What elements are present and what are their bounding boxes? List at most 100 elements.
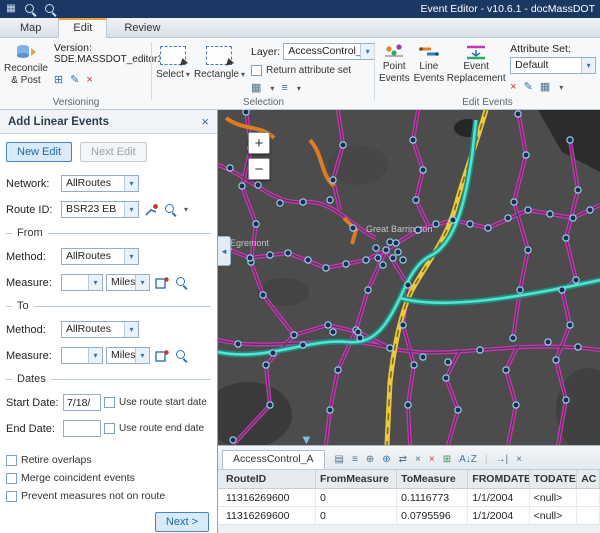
close-table-icon[interactable]: × bbox=[516, 454, 522, 465]
column-header-fromdate[interactable]: FROMDATE bbox=[468, 470, 529, 488]
attribute-set-caret-icon[interactable]: ▾ bbox=[581, 58, 595, 73]
search-icon[interactable] bbox=[44, 3, 57, 16]
retire-overlaps-checkbox[interactable] bbox=[6, 455, 17, 466]
magnify-selected-icon[interactable]: ⊕ bbox=[382, 454, 390, 465]
rectangle-caret-icon[interactable]: ▾ bbox=[241, 70, 245, 79]
reconcile-post-button[interactable]: Reconcile & Post bbox=[2, 41, 50, 96]
save-edits-icon[interactable]: ⊞ bbox=[443, 454, 451, 465]
edit-version-icon[interactable]: ✎ bbox=[70, 74, 79, 86]
pick-to-measure-icon[interactable] bbox=[153, 348, 170, 364]
retire-overlaps-option[interactable]: Retire overlaps bbox=[6, 454, 211, 466]
attribute-grid-icon[interactable]: ▦ bbox=[540, 81, 550, 93]
route-id-caret-icon[interactable]: ▾ bbox=[124, 202, 138, 217]
route-id-select[interactable]: BSR23 EB ▾ bbox=[61, 201, 139, 218]
merge-coincident-events-checkbox[interactable] bbox=[6, 473, 17, 484]
selection-method-caret-icon[interactable]: ▾ bbox=[297, 84, 301, 93]
clear-selection-icon[interactable]: × bbox=[415, 454, 421, 465]
tab-edit[interactable]: Edit bbox=[58, 18, 107, 38]
table-row[interactable]: 1131626960000.11167731/1/2004<null> bbox=[218, 489, 600, 507]
use-route-end-date-checkbox[interactable] bbox=[104, 423, 115, 434]
to-measure-input[interactable]: ▾ bbox=[61, 347, 103, 364]
to-method-select[interactable]: AllRoutes ▾ bbox=[61, 321, 139, 338]
rectangle-tool-button[interactable]: Rectangle▾ bbox=[192, 41, 247, 96]
title-bar: ▦ + Event Editor - v10.6.1 - docMassDOT bbox=[0, 0, 600, 18]
merge-coincident-events-option[interactable]: Merge coincident events bbox=[6, 472, 211, 484]
delete-record-icon[interactable]: × bbox=[429, 454, 435, 465]
pick-route-on-map-icon[interactable] bbox=[142, 202, 159, 218]
selection-method-icon[interactable]: ≡ bbox=[281, 82, 287, 94]
end-date-input[interactable] bbox=[63, 420, 101, 437]
panel-collapse-handle[interactable]: ◄ bbox=[218, 236, 231, 266]
zoom-in-search-icon[interactable]: + bbox=[24, 3, 37, 16]
zoom-to-route-icon[interactable] bbox=[162, 202, 179, 218]
table-row[interactable]: 1131626960000.07955961/1/2004<null> bbox=[218, 507, 600, 525]
return-attribute-set-checkbox[interactable] bbox=[251, 65, 262, 76]
attribute-set-select[interactable]: Default ▾ bbox=[510, 57, 596, 74]
new-version-icon[interactable]: ⊞ bbox=[54, 74, 63, 86]
sort-records-icon[interactable]: A↓Z bbox=[459, 454, 477, 465]
to-unit-select[interactable]: Miles ▾ bbox=[106, 347, 150, 364]
panel-close-icon[interactable]: × bbox=[201, 115, 209, 128]
from-measure-caret-icon[interactable]: ▾ bbox=[88, 275, 102, 290]
event-replacement-button[interactable]: Event Replacement bbox=[446, 41, 506, 96]
column-header-frommeasure[interactable]: FromMeasure bbox=[316, 470, 397, 488]
to-measure-label: Measure: bbox=[6, 350, 58, 362]
layer-select[interactable]: AccessControl_A ▾ bbox=[283, 43, 375, 60]
select-tool-button[interactable]: Select▾ bbox=[154, 41, 192, 96]
line-events-button[interactable]: Line Events bbox=[412, 41, 447, 96]
table-cell: 11316269600 bbox=[222, 507, 316, 524]
network-select[interactable]: AllRoutes ▾ bbox=[61, 175, 139, 192]
point-events-button[interactable]: Point Events bbox=[377, 41, 412, 96]
tab-review[interactable]: Review bbox=[110, 20, 174, 37]
start-date-input[interactable]: 7/18/ bbox=[63, 394, 101, 411]
zoom-in-button[interactable]: + bbox=[248, 132, 270, 154]
switch-selection-icon[interactable]: ⇄ bbox=[399, 454, 407, 465]
go-to-row-icon[interactable]: →| bbox=[495, 454, 508, 465]
use-route-start-date-option[interactable]: Use route start date bbox=[104, 397, 207, 408]
network-caret-icon[interactable]: ▾ bbox=[124, 176, 138, 191]
edit-attribute-set-icon[interactable]: ✎ bbox=[524, 81, 533, 93]
prevent-measures-checkbox[interactable] bbox=[6, 491, 17, 502]
records-list-icon[interactable]: ≡ bbox=[352, 454, 358, 465]
clear-attributes-icon[interactable]: × bbox=[510, 81, 516, 93]
use-route-start-date-checkbox[interactable] bbox=[104, 397, 115, 408]
selection-layers-caret-icon[interactable]: ▾ bbox=[270, 84, 274, 93]
delete-version-icon[interactable]: × bbox=[86, 74, 92, 86]
next-edit-button[interactable]: Next Edit bbox=[80, 142, 147, 162]
pick-from-measure-icon[interactable] bbox=[153, 275, 170, 291]
table-layout-icon[interactable]: ▤ bbox=[335, 454, 344, 465]
version-info: Version: SDE.MASSDOT_editor1 ⊞ ✎ × bbox=[50, 41, 154, 96]
to-measure-caret-icon[interactable]: ▾ bbox=[88, 348, 102, 363]
app-menu-icon[interactable]: ▦ bbox=[5, 3, 17, 15]
column-header-routeid[interactable]: RouteID bbox=[222, 470, 316, 488]
select-caret-icon[interactable]: ▾ bbox=[186, 70, 190, 79]
zoom-to-to-measure-icon[interactable] bbox=[173, 348, 190, 364]
zoom-out-button[interactable]: − bbox=[248, 158, 270, 180]
tab-map[interactable]: Map bbox=[6, 20, 55, 37]
layer-caret-icon[interactable]: ▾ bbox=[360, 44, 374, 59]
zoom-route-caret-icon[interactable]: ▾ bbox=[184, 205, 188, 214]
use-route-end-date-option[interactable]: Use route end date bbox=[104, 423, 204, 434]
from-method-select[interactable]: AllRoutes ▾ bbox=[61, 248, 139, 265]
prevent-measures-option[interactable]: Prevent measures not on route bbox=[6, 490, 211, 502]
table-tab-accesscontrol[interactable]: AccessControl_A bbox=[222, 450, 325, 469]
from-unit-caret-icon[interactable]: ▾ bbox=[135, 275, 149, 290]
zoom-to-from-measure-icon[interactable] bbox=[173, 275, 190, 291]
column-header-todate[interactable]: TODATE bbox=[530, 470, 578, 488]
selection-layers-icon[interactable]: ▦ bbox=[251, 82, 261, 94]
map-view[interactable]: Egremont Great Barrington + − ◄ ▼ bbox=[218, 110, 600, 445]
zoom-to-selected-icon[interactable]: ⊕ bbox=[366, 454, 374, 465]
ribbon-group-versioning: Reconcile & Post Version: SDE.MASSDOT_ed… bbox=[0, 38, 152, 109]
column-header-ac[interactable]: AC bbox=[577, 470, 600, 488]
from-method-caret-icon[interactable]: ▾ bbox=[124, 249, 138, 264]
return-attribute-set-option[interactable]: Return attribute set bbox=[251, 65, 369, 76]
to-unit-caret-icon[interactable]: ▾ bbox=[135, 348, 149, 363]
from-unit-select[interactable]: Miles ▾ bbox=[106, 274, 150, 291]
table-collapse-handle[interactable]: ▼ bbox=[300, 434, 313, 445]
attribute-tools-caret-icon[interactable]: ▾ bbox=[559, 83, 563, 92]
column-header-tomeasure[interactable]: ToMeasure bbox=[397, 470, 468, 488]
new-edit-button[interactable]: New Edit bbox=[6, 142, 72, 162]
next-button[interactable]: Next > bbox=[155, 512, 209, 532]
to-method-caret-icon[interactable]: ▾ bbox=[124, 322, 138, 337]
from-measure-input[interactable]: ▾ bbox=[61, 274, 103, 291]
